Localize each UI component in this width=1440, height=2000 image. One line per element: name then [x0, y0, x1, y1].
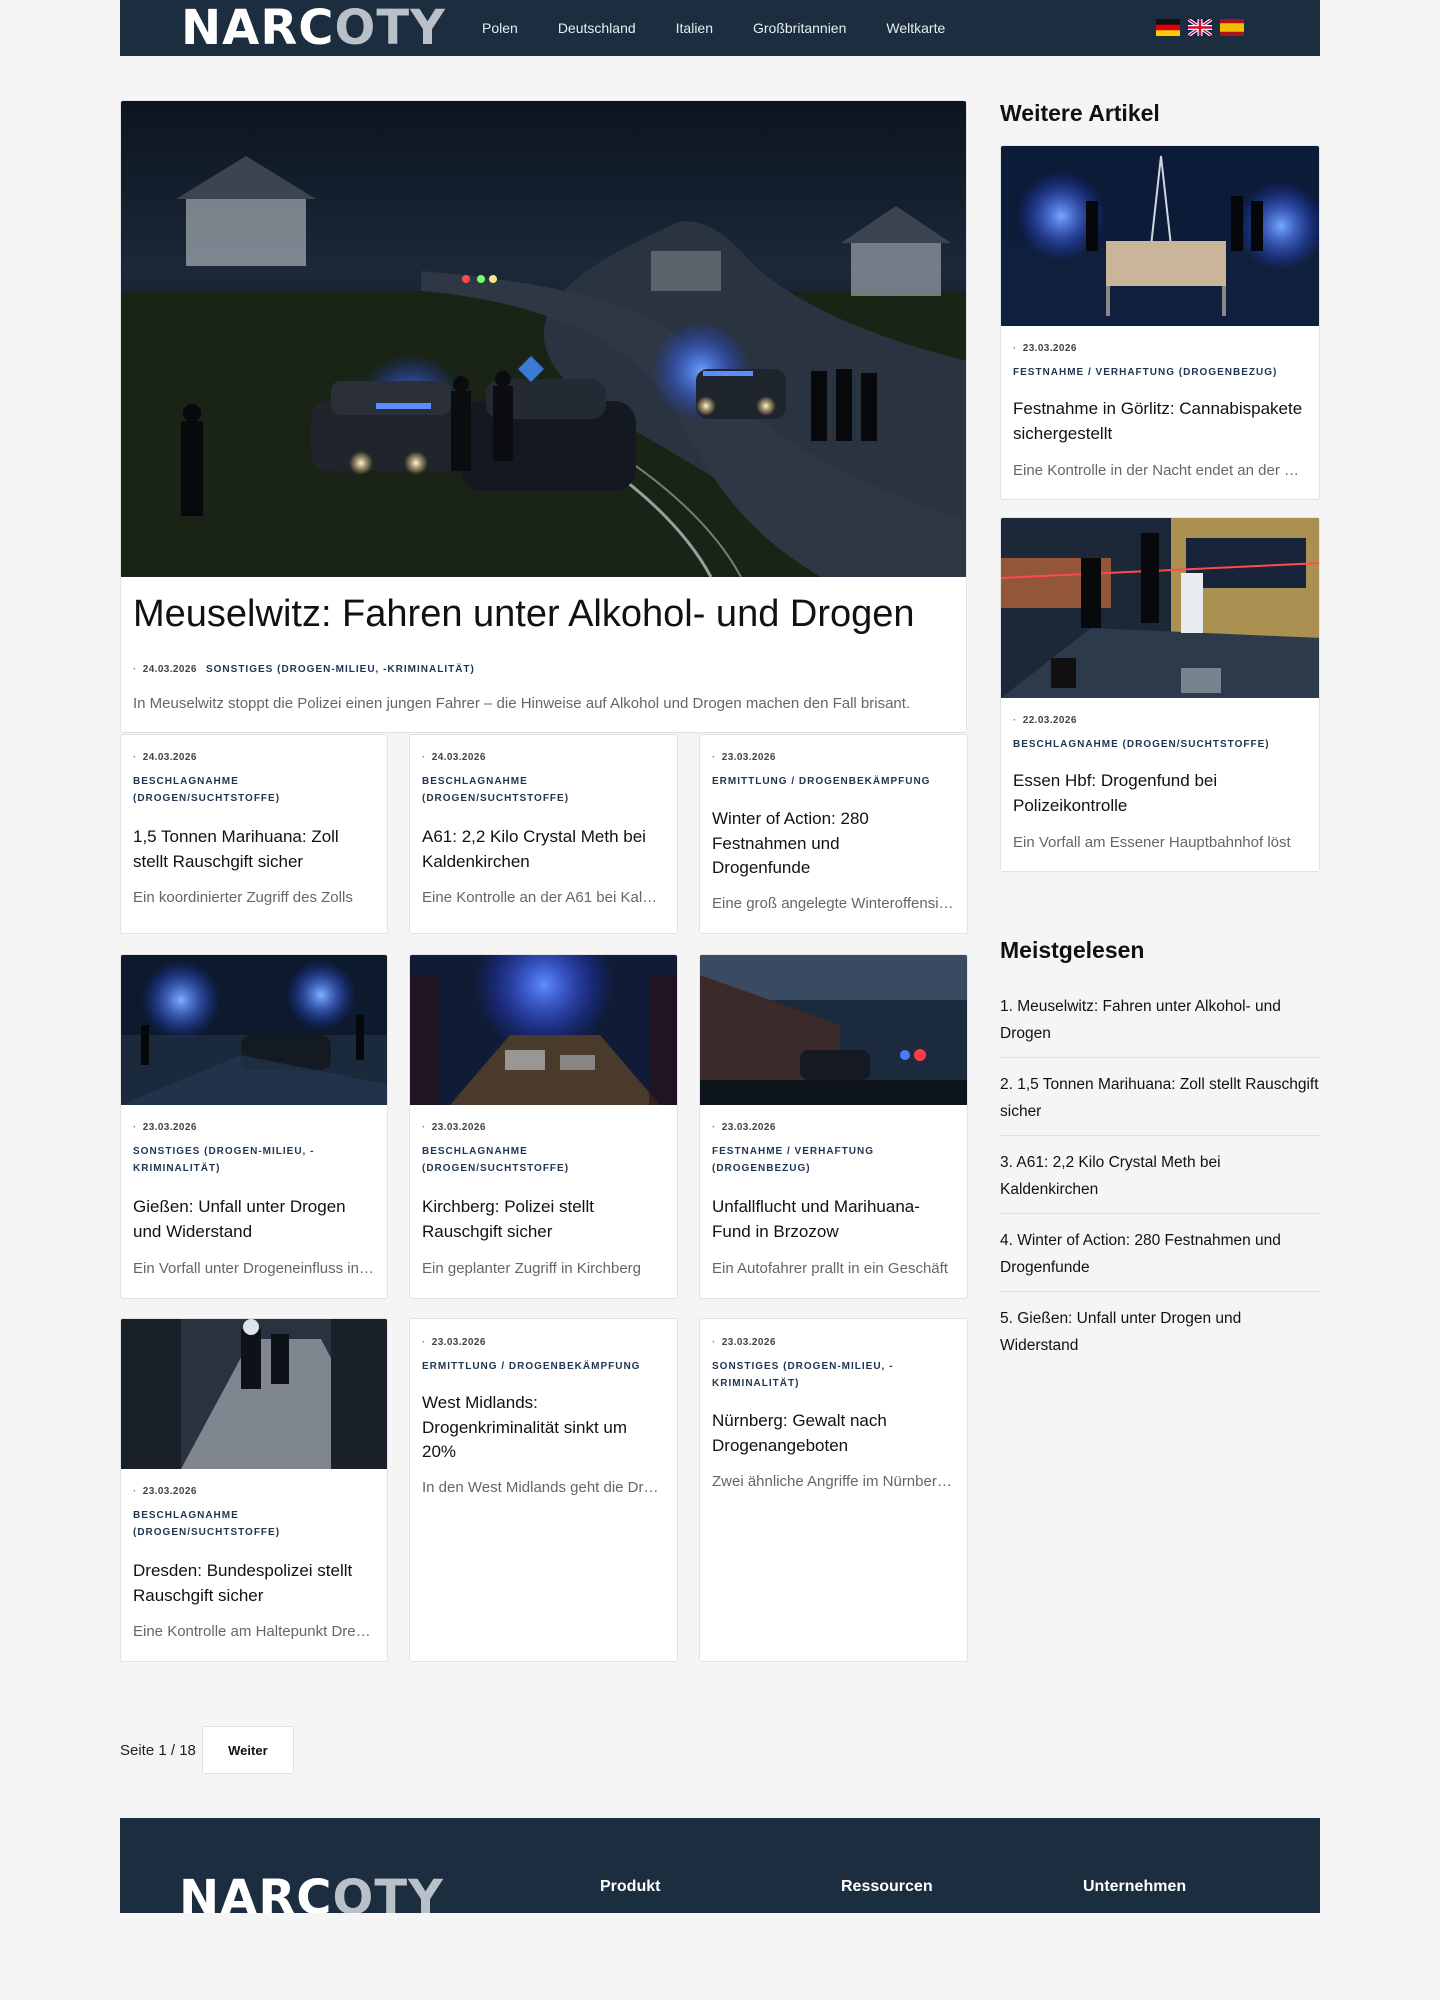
- article-date: · 23.03.2026: [133, 1122, 197, 1133]
- article-excerpt: Ein Autofahrer prallt in ein Geschäft: [712, 1260, 948, 1277]
- article-card[interactable]: · 24.03.2026 BESCHLAGNAHME (DROGEN/SUCHTS…: [409, 734, 678, 934]
- sidebar-article-title[interactable]: Essen Hbf: Drogenfund bei Polizeikontrol…: [1013, 769, 1303, 818]
- footer-column-unternehmen[interactable]: Unternehmen: [1083, 1878, 1186, 1896]
- hero-article-date: 24.03.2026: [142, 664, 197, 675]
- most-read-item[interactable]: 5. Gießen: Unfall unter Drogen und Wider…: [1000, 1305, 1320, 1369]
- article-category[interactable]: BESCHLAGNAHME (DROGEN/SUCHTSTOFFE): [422, 1143, 662, 1177]
- article-excerpt: Eine Kontrolle am Haltepunkt Dresden: [133, 1623, 375, 1640]
- article-title[interactable]: Kirchberg: Polizei stellt Rauschgift sic…: [422, 1195, 662, 1244]
- main-nav: Polen Deutschland Italien Großbritannien…: [482, 0, 985, 56]
- article-title[interactable]: Winter of Action: 280 Festnahmen und Dro…: [712, 807, 902, 881]
- hero-article-category[interactable]: SONSTIGES (DROGEN-MILIEU, -KRIMINALITÄT): [206, 664, 475, 675]
- site-footer: NARCOTY Produkt Ressourcen Unternehmen: [120, 1818, 1320, 1913]
- article-image: [700, 955, 967, 1105]
- article-category[interactable]: ERMITTLUNG / DROGENBEKÄMPFUNG: [422, 1358, 672, 1375]
- sidebar-article-title[interactable]: Festnahme in Görlitz: Cannabispakete sic…: [1013, 397, 1303, 446]
- next-page-button[interactable]: Weiter: [201, 1726, 294, 1774]
- article-title[interactable]: Gießen: Unfall unter Drogen und Widersta…: [133, 1195, 373, 1244]
- article-card[interactable]: · 23.03.2026 FESTNAHME / VERHAFTUNG (DROG…: [699, 954, 968, 1299]
- article-excerpt: Ein koordinierter Zugriff des Zolls: [133, 889, 353, 906]
- sidebar-heading-most-read: Meistgelesen: [1000, 937, 1145, 963]
- nav-item-grossbritannien[interactable]: Großbritannien: [753, 20, 846, 36]
- most-read-item[interactable]: 1. Meuselwitz: Fahren unter Alkohol- und…: [1000, 993, 1320, 1058]
- article-excerpt: Ein geplanter Zugriff in Kirchberg: [422, 1260, 642, 1277]
- article-image: [410, 955, 677, 1105]
- spanish-flag-icon[interactable]: [1220, 19, 1244, 36]
- most-read-item[interactable]: 4. Winter of Action: 280 Festnahmen und …: [1000, 1227, 1320, 1292]
- sidebar-article-image: [1001, 518, 1319, 698]
- article-category[interactable]: SONSTIGES (DROGEN-MILIEU, -KRIMINALITÄT): [133, 1143, 373, 1177]
- article-date: · 23.03.2026: [712, 1122, 776, 1133]
- article-card[interactable]: · 23.03.2026 BESCHLAGNAHME (DROGEN/SUCHTS…: [409, 954, 678, 1299]
- article-card[interactable]: · 23.03.2026 BESCHLAGNAHME (DROGEN/SUCHTS…: [120, 1318, 388, 1662]
- hero-article-card[interactable]: Meuselwitz: Fahren unter Alkohol- und Dr…: [120, 100, 967, 733]
- article-title[interactable]: West Midlands: Drogenkriminalität sinkt …: [422, 1391, 652, 1465]
- sidebar-article-category[interactable]: FESTNAHME / VERHAFTUNG (DROGENBEZUG): [1013, 364, 1313, 381]
- nav-item-polen[interactable]: Polen: [482, 20, 518, 36]
- most-read-item[interactable]: 2. 1,5 Tonnen Marihuana: Zoll stellt Rau…: [1000, 1071, 1320, 1136]
- article-category[interactable]: FESTNAHME / VERHAFTUNG (DROGENBEZUG): [712, 1143, 952, 1177]
- article-title[interactable]: A61: 2,2 Kilo Crystal Meth bei Kaldenkir…: [422, 825, 667, 874]
- uk-flag-icon[interactable]: [1188, 19, 1212, 36]
- article-title[interactable]: 1,5 Tonnen Marihuana: Zoll stellt Rausch…: [133, 825, 373, 874]
- sidebar-article-image: [1001, 146, 1319, 326]
- footer-column-produkt[interactable]: Produkt: [600, 1878, 660, 1896]
- article-category[interactable]: BESCHLAGNAHME (DROGEN/SUCHTSTOFFE): [133, 773, 373, 807]
- language-switcher: [1156, 19, 1244, 36]
- hero-article-image: [121, 101, 966, 577]
- nav-item-weltkarte[interactable]: Weltkarte: [886, 20, 945, 36]
- site-logo[interactable]: NARCOTY: [181, 4, 446, 52]
- article-date: · 23.03.2026: [133, 1486, 197, 1497]
- hero-article-title[interactable]: Meuselwitz: Fahren unter Alkohol- und Dr…: [133, 591, 915, 637]
- hero-article-excerpt: In Meuselwitz stoppt die Polizei einen j…: [133, 695, 911, 712]
- sidebar-heading-more-articles: Weitere Artikel: [1000, 100, 1160, 126]
- article-category[interactable]: BESCHLAGNAHME (DROGEN/SUCHTSTOFFE): [422, 773, 662, 807]
- article-excerpt: In den West Midlands geht die Drogenkrim…: [422, 1479, 664, 1496]
- article-category[interactable]: SONSTIGES (DROGEN-MILIEU, -KRIMINALITÄT): [712, 1358, 952, 1392]
- german-flag-icon[interactable]: [1156, 19, 1180, 36]
- sidebar-article-category[interactable]: BESCHLAGNAHME (DROGEN/SUCHTSTOFFE): [1013, 736, 1313, 753]
- pagination: Seite 1 / 18 Weiter: [120, 1726, 294, 1774]
- article-card[interactable]: · 23.03.2026 SONSTIGES (DROGEN-MILIEU, -K…: [699, 1318, 968, 1662]
- article-category[interactable]: BESCHLAGNAHME (DROGEN/SUCHTSTOFFE): [133, 1507, 373, 1541]
- hero-article-meta: · 24.03.2026 SONSTIGES (DROGEN-MILIEU, -K…: [133, 664, 475, 675]
- sidebar-article-excerpt: Ein Vorfall am Essener Hauptbahnhof löst: [1013, 834, 1291, 851]
- article-date: · 23.03.2026: [422, 1122, 486, 1133]
- sidebar-article-card[interactable]: · 22.03.2026 BESCHLAGNAHME (DROGEN/SUCHTS…: [1000, 517, 1320, 872]
- article-excerpt: Eine Kontrolle an der A61 bei Kaldenkirc…: [422, 889, 664, 906]
- article-card[interactable]: · 23.03.2026 ERMITTLUNG / DROGENBEKÄMPFUN…: [409, 1318, 678, 1662]
- article-card[interactable]: · 23.03.2026 ERMITTLUNG / DROGENBEKÄMPFUN…: [699, 734, 968, 934]
- nav-item-italien[interactable]: Italien: [676, 20, 713, 36]
- article-title[interactable]: Dresden: Bundespolizei stellt Rauschgift…: [133, 1559, 373, 1608]
- article-title[interactable]: Nürnberg: Gewalt nach Drogenangeboten: [712, 1409, 952, 1458]
- article-date: · 23.03.2026: [712, 1337, 776, 1348]
- article-date: · 24.03.2026: [133, 752, 197, 763]
- sidebar-article-date: · 22.03.2026: [1013, 715, 1077, 726]
- article-card[interactable]: · 24.03.2026 BESCHLAGNAHME (DROGEN/SUCHTS…: [120, 734, 388, 934]
- article-title[interactable]: Unfallflucht und Marihuana-Fund in Brzoz…: [712, 1195, 952, 1244]
- most-read-item[interactable]: 3. A61: 2,2 Kilo Crystal Meth bei Kalden…: [1000, 1149, 1320, 1214]
- sidebar-article-card[interactable]: · 23.03.2026 FESTNAHME / VERHAFTUNG (DROG…: [1000, 145, 1320, 500]
- footer-logo[interactable]: NARCOTY: [179, 1874, 444, 1913]
- article-date: · 23.03.2026: [422, 1337, 486, 1348]
- article-excerpt: Zwei ähnliche Angriffe im Nürnberger: [712, 1473, 954, 1490]
- footer-column-ressourcen[interactable]: Ressourcen: [841, 1878, 933, 1896]
- article-date: · 24.03.2026: [422, 752, 486, 763]
- article-date: · 23.03.2026: [712, 752, 776, 763]
- article-image: [121, 955, 387, 1105]
- article-excerpt: Eine groß angelegte Winteroffensive: [712, 895, 954, 912]
- sidebar-article-excerpt: Eine Kontrolle in der Nacht endet an der…: [1013, 462, 1307, 479]
- nav-item-deutschland[interactable]: Deutschland: [558, 20, 636, 36]
- top-navigation-bar: NARCOTY Polen Deutschland Italien Großbr…: [120, 0, 1320, 56]
- article-category[interactable]: ERMITTLUNG / DROGENBEKÄMPFUNG: [712, 773, 962, 790]
- sidebar-article-date: · 23.03.2026: [1013, 343, 1077, 354]
- article-card[interactable]: · 23.03.2026 SONSTIGES (DROGEN-MILIEU, -K…: [120, 954, 388, 1299]
- article-image: [121, 1319, 387, 1469]
- page-indicator: Seite 1 / 18: [120, 1741, 196, 1759]
- article-excerpt: Ein Vorfall unter Drogeneinfluss in Gieß…: [133, 1260, 375, 1277]
